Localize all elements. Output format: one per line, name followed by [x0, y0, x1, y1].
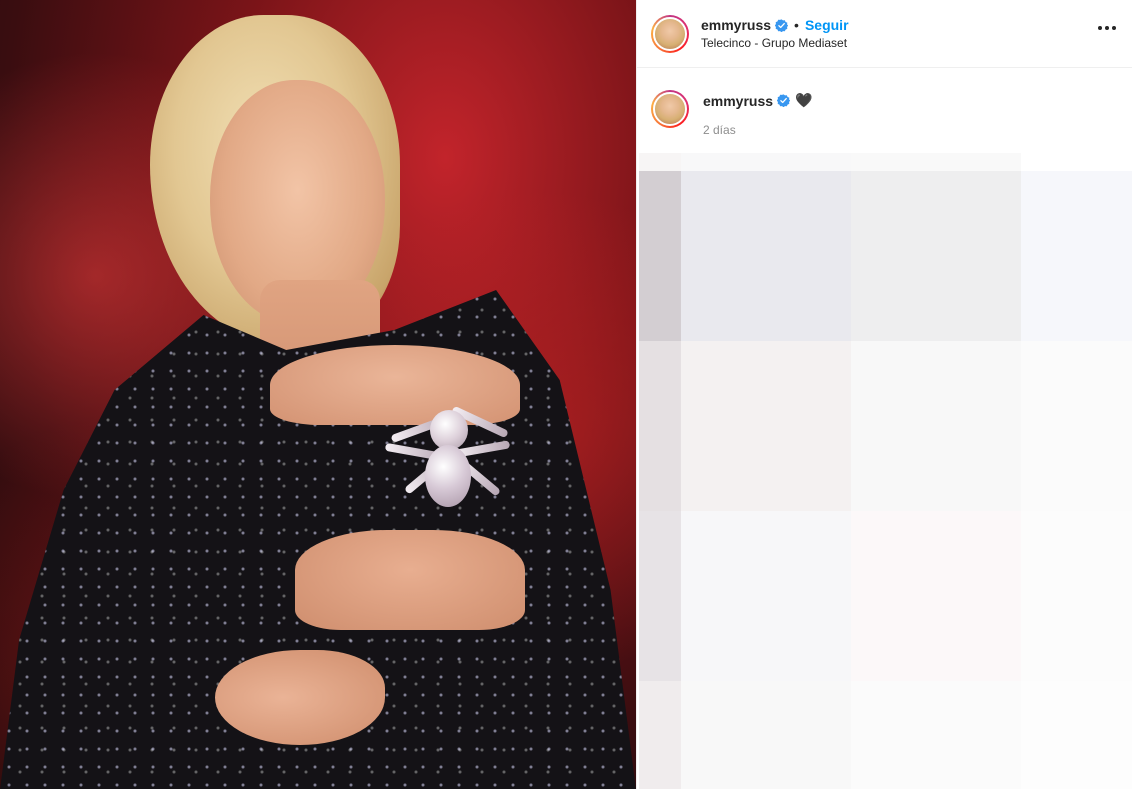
separator-dot: • [794, 17, 799, 33]
avatar-image [653, 16, 687, 51]
post-timestamp[interactable]: 2 días [703, 123, 812, 137]
caption-username[interactable]: emmyruss [703, 93, 773, 109]
spider-brooch-head [430, 410, 468, 450]
placeholder-cell [851, 341, 1021, 511]
placeholder-cell [681, 341, 851, 511]
placeholder-cell [639, 341, 681, 511]
placeholder-cell [639, 681, 681, 789]
post-header: emmyruss • Seguir Telecinco - Grupo Medi… [637, 0, 1132, 68]
more-dot [1098, 26, 1102, 30]
placeholder-cell [1021, 341, 1132, 511]
placeholder-cell [681, 681, 851, 789]
header-row: emmyruss • Seguir [701, 17, 849, 33]
placeholder-cell [1021, 681, 1132, 789]
more-options-icon[interactable] [1098, 26, 1116, 30]
photo-chest [270, 345, 520, 425]
photo-waist-cutout [295, 530, 525, 630]
more-dot [1105, 26, 1109, 30]
placeholder-cell [851, 171, 1021, 341]
photo-hand [215, 650, 385, 745]
follow-button[interactable]: Seguir [805, 17, 849, 33]
placeholder-cell [851, 681, 1021, 789]
caption-body: emmyruss 🖤 2 días [703, 90, 812, 137]
caption-avatar[interactable] [651, 90, 689, 128]
post-details-panel: emmyruss • Seguir Telecinco - Grupo Medi… [636, 0, 1132, 789]
caption-text-heart-emoji: 🖤 [795, 92, 813, 108]
verified-badge-icon [777, 94, 791, 107]
placeholder-cell [1021, 171, 1132, 341]
instagram-post: emmyruss • Seguir Telecinco - Grupo Medi… [0, 0, 1132, 789]
spider-brooch-body [425, 445, 471, 507]
placeholder-cell [639, 153, 681, 171]
placeholder-cell [639, 171, 681, 341]
avatar[interactable] [651, 14, 689, 53]
more-dot [1112, 26, 1116, 30]
caption-line: emmyruss 🖤 [703, 92, 812, 109]
post-location[interactable]: Telecinco - Grupo Mediaset [701, 36, 849, 50]
placeholder-cell [681, 153, 851, 171]
placeholder-cell [681, 171, 851, 341]
header-text: emmyruss • Seguir Telecinco - Grupo Medi… [701, 17, 849, 50]
placeholder-cell [639, 511, 681, 681]
placeholder-cell [1021, 511, 1132, 681]
placeholder-cell [1021, 153, 1132, 171]
post-caption: emmyruss 🖤 2 días [637, 68, 1132, 137]
caption-avatar-image [653, 92, 687, 126]
post-photo[interactable] [0, 0, 636, 789]
placeholder-cell [681, 511, 851, 681]
verified-badge-icon [775, 18, 789, 32]
comments-loading-placeholder [639, 153, 1132, 789]
placeholder-cell [851, 153, 1021, 171]
author-username[interactable]: emmyruss [701, 17, 771, 33]
placeholder-grid [639, 153, 1132, 789]
placeholder-cell [851, 511, 1021, 681]
